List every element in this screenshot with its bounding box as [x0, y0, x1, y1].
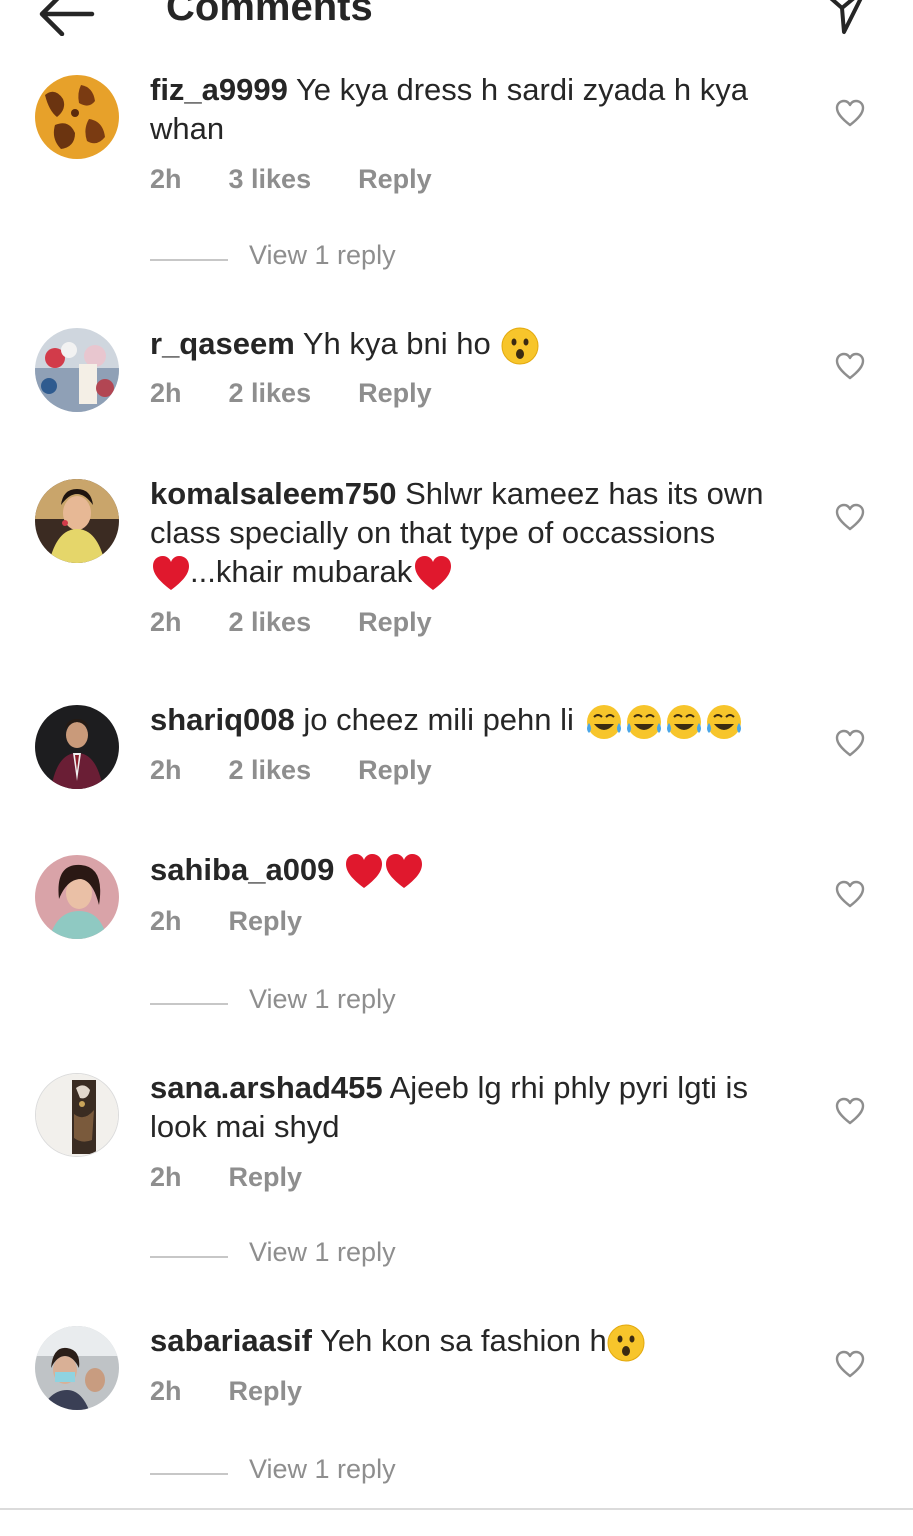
reply-button[interactable]: Reply: [358, 378, 432, 409]
comment-likes[interactable]: 2 likes: [229, 378, 312, 409]
view-replies-button[interactable]: View 1 reply: [150, 240, 450, 280]
divider-line: [150, 1003, 228, 1005]
comment-time: 2h: [150, 906, 182, 936]
avatar[interactable]: [35, 1326, 119, 1410]
comment-body: fiz_a9999 Ye kya dress h sardi zyada h k…: [150, 70, 810, 148]
comment-time: 2h: [150, 1376, 182, 1406]
comment-text: jo cheez mili pehn li: [303, 702, 574, 737]
reply-button[interactable]: Reply: [229, 906, 303, 937]
heart-icon[interactable]: [835, 1097, 865, 1125]
view-replies-label: View 1 reply: [249, 1454, 396, 1484]
tears-of-joy-icon: [586, 704, 621, 739]
avatar[interactable]: [35, 705, 119, 789]
comment-username[interactable]: shariq008: [150, 702, 295, 737]
avatar[interactable]: [35, 479, 119, 563]
arrow-left-icon[interactable]: [34, 0, 96, 36]
red-heart-icon: [153, 555, 189, 590]
avatar[interactable]: [35, 75, 119, 159]
view-replies-button[interactable]: View 1 reply: [150, 984, 450, 1024]
reply-button[interactable]: Reply: [358, 755, 432, 786]
comment-meta: 2h Reply: [150, 1376, 302, 1407]
comment-body: sabariaasif Yeh kon sa fashion h: [150, 1321, 810, 1362]
comment-text-continued: ...khair mubarak: [190, 554, 413, 589]
comment-username[interactable]: fiz_a9999: [150, 72, 288, 107]
heart-icon[interactable]: [835, 503, 865, 531]
comment-time: 2h: [150, 607, 182, 637]
tears-of-joy-icon: [706, 704, 741, 739]
divider-line: [150, 1256, 228, 1258]
heart-icon[interactable]: [835, 729, 865, 757]
astonished-face-icon: [607, 1324, 645, 1362]
comment-username[interactable]: komalsaleem750: [150, 476, 396, 511]
comment-text: Yeh kon sa fashion h: [320, 1323, 607, 1358]
comment-username[interactable]: sana.arshad455: [150, 1070, 383, 1105]
comment-likes[interactable]: 3 likes: [229, 164, 312, 195]
astonished-face-icon: [501, 327, 539, 365]
bottom-divider: [0, 1508, 913, 1510]
avatar[interactable]: [35, 328, 119, 412]
comment-username[interactable]: sahiba_a009: [150, 852, 334, 887]
red-heart-icon: [415, 555, 452, 590]
comment-body: komalsaleem750 Shlwr kameez has its own …: [150, 474, 810, 593]
heart-icon[interactable]: [835, 880, 865, 908]
avatar[interactable]: [35, 1073, 119, 1157]
comment-meta: 2h 2 likes Reply: [150, 607, 432, 638]
reply-button[interactable]: Reply: [358, 164, 432, 195]
comment-body: r_qaseem Yh kya bni ho: [150, 324, 810, 365]
send-icon[interactable]: [822, 0, 870, 36]
divider-line: [150, 259, 228, 261]
comment-meta: 2h 2 likes Reply: [150, 755, 432, 786]
view-replies-button[interactable]: View 1 reply: [150, 1237, 450, 1277]
view-replies-label: View 1 reply: [249, 984, 396, 1014]
tears-of-joy-icon: [666, 704, 701, 739]
avatar[interactable]: [35, 855, 119, 939]
comment-username[interactable]: r_qaseem: [150, 326, 295, 361]
comment-meta: 2h Reply: [150, 1162, 302, 1193]
comment-time: 2h: [150, 378, 182, 408]
divider-line: [150, 1473, 228, 1475]
comment-time: 2h: [150, 164, 182, 194]
tears-of-joy-icon: [626, 704, 661, 739]
reply-button[interactable]: Reply: [229, 1376, 303, 1407]
page-title: Comments: [166, 0, 373, 29]
reply-button[interactable]: Reply: [229, 1162, 303, 1193]
comment-meta: 2h 2 likes Reply: [150, 378, 432, 409]
comment-meta: 2h Reply: [150, 906, 302, 937]
header: Comments: [0, 0, 913, 40]
comment-time: 2h: [150, 1162, 182, 1192]
comment-likes[interactable]: 2 likes: [229, 607, 312, 638]
comment-meta: 2h 3 likes Reply: [150, 164, 432, 195]
reply-button[interactable]: Reply: [358, 607, 432, 638]
comment-likes[interactable]: 2 likes: [229, 755, 312, 786]
red-heart-icon: [346, 853, 383, 888]
comment-body: sana.arshad455 Ajeeb lg rhi phly pyri lg…: [150, 1068, 810, 1146]
heart-icon[interactable]: [835, 99, 865, 127]
heart-icon[interactable]: [835, 352, 865, 380]
comment-username[interactable]: sabariaasif: [150, 1323, 312, 1358]
comment-text: Yh kya bni ho: [302, 326, 491, 361]
view-replies-button[interactable]: View 1 reply: [150, 1454, 450, 1494]
comment-time: 2h: [150, 755, 182, 785]
comment-body: shariq008 jo cheez mili pehn li: [150, 700, 810, 741]
heart-icon[interactable]: [835, 1350, 865, 1378]
red-heart-icon: [386, 853, 423, 888]
comment-body: sahiba_a009: [150, 850, 810, 891]
view-replies-label: View 1 reply: [249, 240, 396, 270]
view-replies-label: View 1 reply: [249, 1237, 396, 1267]
